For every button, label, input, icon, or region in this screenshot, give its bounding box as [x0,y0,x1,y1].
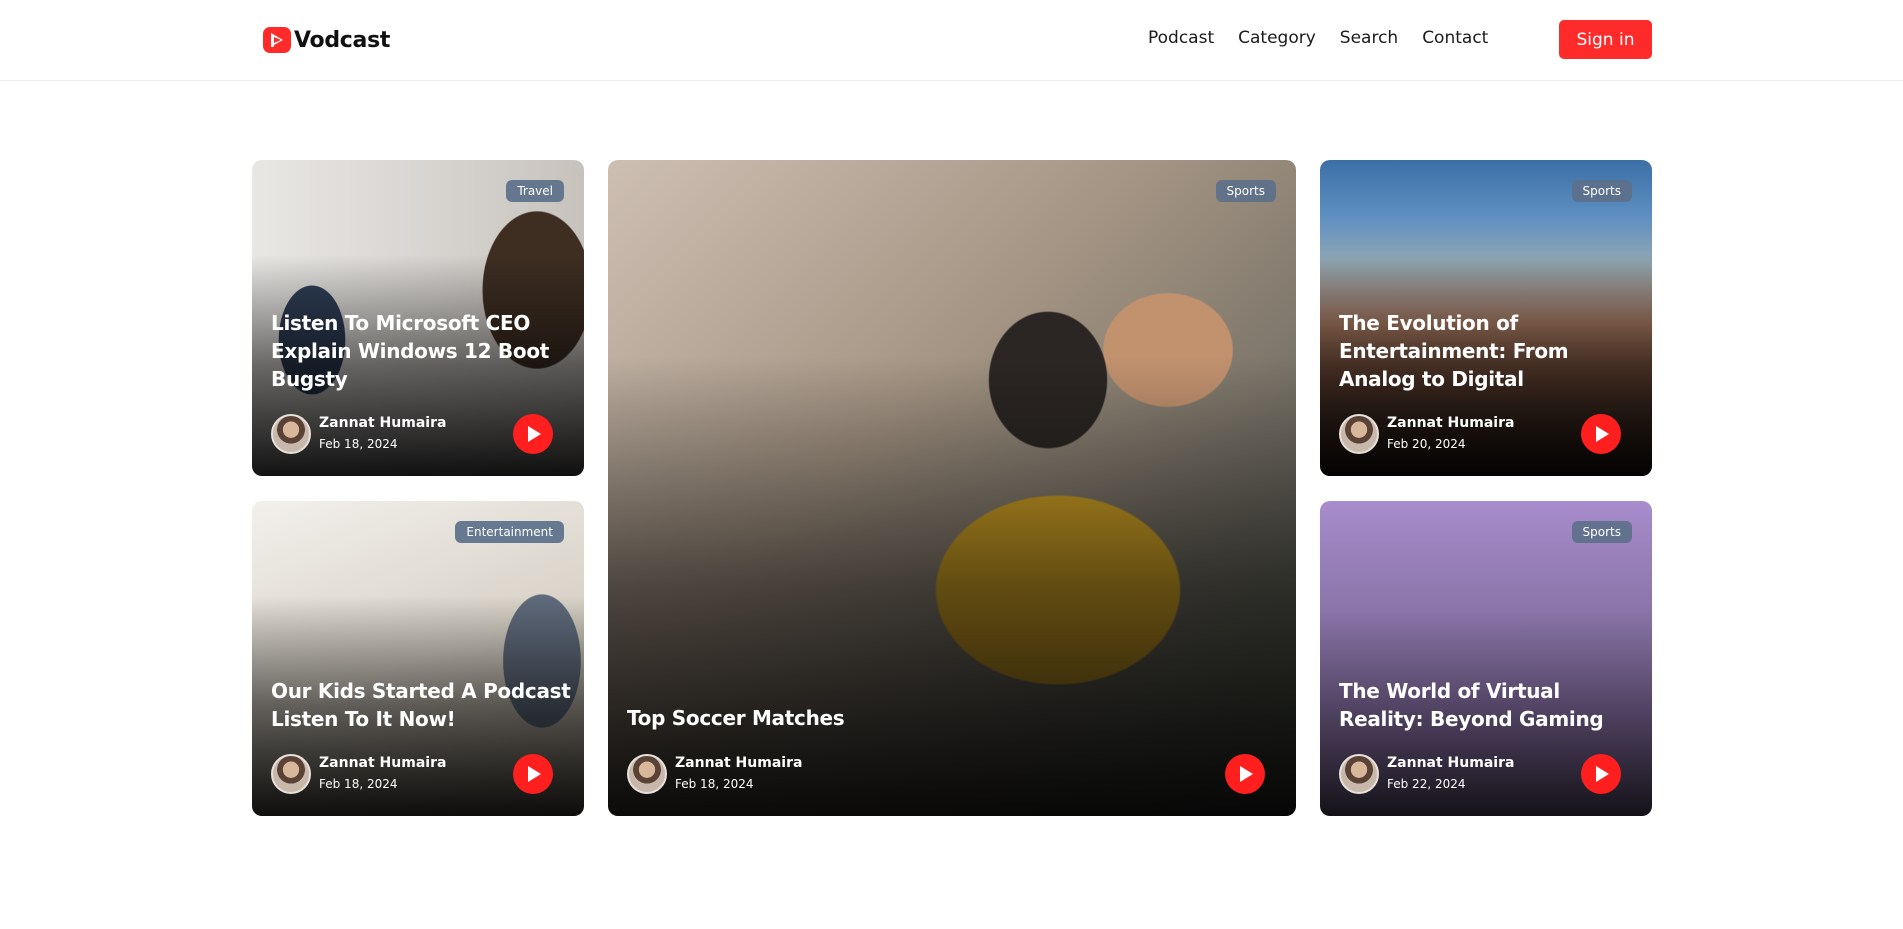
nav-category[interactable]: Category [1238,28,1316,48]
avatar [1339,754,1379,794]
card-title[interactable]: The World of Virtual Reality: Beyond Gam… [1339,677,1639,733]
category-badge[interactable]: Travel [506,180,564,202]
publish-date: Feb 18, 2024 [675,777,754,791]
author-row: Zannat Humaira Feb 18, 2024 [271,414,553,454]
main-nav: Podcast Category Search Contact [1148,28,1488,48]
podcast-card[interactable]: Sports The Evolution of Entertainment: F… [1320,160,1652,476]
play-button[interactable] [1581,414,1621,454]
logo[interactable]: Vodcast [263,27,390,53]
publish-date: Feb 18, 2024 [319,437,398,451]
publish-date: Feb 22, 2024 [1387,777,1466,791]
author-row: Zannat Humaira Feb 18, 2024 [271,754,553,794]
nav-search[interactable]: Search [1340,28,1398,48]
publish-date: Feb 20, 2024 [1387,437,1466,451]
brand-name: Vodcast [294,27,391,53]
avatar [271,754,311,794]
nav-contact[interactable]: Contact [1422,28,1488,48]
sign-in-button[interactable]: Sign in [1559,20,1652,59]
author-name: Zannat Humaira [1387,755,1515,771]
category-badge[interactable]: Entertainment [455,521,564,543]
card-title[interactable]: Listen To Microsoft CEO Explain Windows … [271,309,561,393]
author-row: Zannat Humaira Feb 18, 2024 [627,754,1265,794]
avatar [271,414,311,454]
play-button[interactable] [1225,754,1265,794]
play-button[interactable] [513,754,553,794]
featured-podcast-card[interactable]: Sports Top Soccer Matches Zannat Humaira… [608,160,1296,816]
play-icon [528,426,541,442]
author-name: Zannat Humaira [1387,415,1515,431]
category-badge[interactable]: Sports [1215,180,1276,202]
play-button[interactable] [1581,754,1621,794]
publish-date: Feb 18, 2024 [319,777,398,791]
play-logo-icon [263,27,291,53]
card-title[interactable]: Top Soccer Matches [627,704,1127,732]
nav-podcast[interactable]: Podcast [1148,28,1214,48]
play-icon [1596,766,1609,782]
podcast-card[interactable]: Entertainment Our Kids Started A Podcast… [252,501,584,816]
category-badge[interactable]: Sports [1571,521,1632,543]
play-button[interactable] [513,414,553,454]
author-name: Zannat Humaira [675,755,803,771]
avatar [627,754,667,794]
play-icon [528,766,541,782]
author-row: Zannat Humaira Feb 22, 2024 [1339,754,1621,794]
podcast-card[interactable]: Sports The World of Virtual Reality: Bey… [1320,501,1652,816]
category-badge[interactable]: Sports [1571,180,1632,202]
play-icon [1240,766,1253,782]
author-name: Zannat Humaira [319,415,447,431]
podcast-card[interactable]: Travel Listen To Microsoft CEO Explain W… [252,160,584,476]
author-name: Zannat Humaira [319,755,447,771]
site-header: Vodcast Podcast Category Search Contact … [0,0,1903,81]
author-row: Zannat Humaira Feb 20, 2024 [1339,414,1621,454]
card-title[interactable]: Our Kids Started A Podcast Listen To It … [271,677,571,733]
card-title[interactable]: The Evolution of Entertainment: From Ana… [1339,309,1644,393]
play-icon [1596,426,1609,442]
avatar [1339,414,1379,454]
